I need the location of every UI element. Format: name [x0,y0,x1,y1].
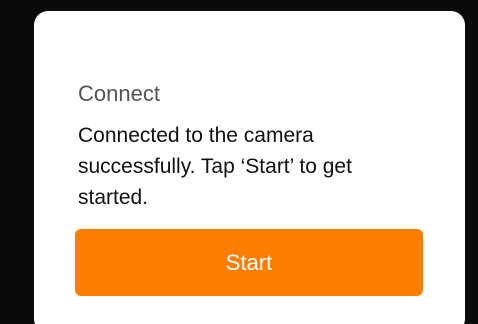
connect-dialog: Connect Connected to the camera successf… [34,11,465,324]
dialog-message: Connected to the camera successfully. Ta… [78,124,352,209]
screen: Connect Connected to the camera successf… [0,0,478,324]
start-button[interactable]: Start [75,229,423,296]
dialog-title: Connect [78,81,160,106]
